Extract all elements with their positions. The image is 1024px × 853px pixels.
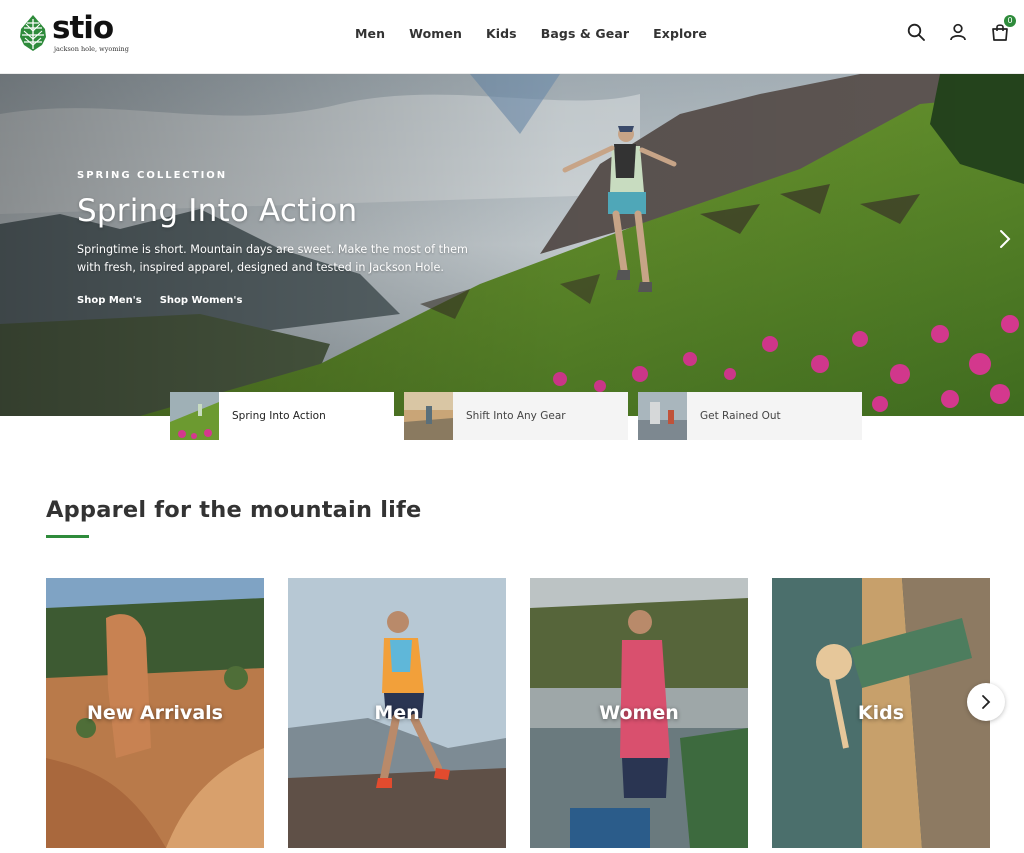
hero-tab-spring-into-action[interactable]: Spring Into Action	[170, 392, 394, 440]
hero-content: SPRING COLLECTION Spring Into Action Spr…	[77, 170, 497, 306]
shop-womens-link[interactable]: Shop Women's	[160, 295, 243, 306]
tab-thumbnail	[170, 392, 219, 440]
category-label: Kids	[857, 702, 905, 724]
hero-links: Shop Men's Shop Women's	[77, 295, 497, 306]
hero-eyebrow: SPRING COLLECTION	[77, 170, 228, 181]
hero-tab-label: Spring Into Action	[232, 410, 326, 422]
chevron-right-icon	[982, 695, 991, 709]
hero-description: Springtime is short. Mountain days are s…	[77, 243, 468, 274]
shop-mens-link[interactable]: Shop Men's	[77, 295, 142, 306]
nav-item-bags-gear[interactable]: Bags & Gear	[529, 24, 641, 43]
cart-count-badge: 0	[1004, 15, 1016, 27]
carousel-next-button[interactable]	[967, 683, 1005, 721]
hero-title: Spring Into Action	[77, 193, 358, 229]
hero-tab-label: Shift Into Any Gear	[466, 410, 566, 422]
hero-slide-tabs: Spring Into Action Shift Into Any Gear G…	[170, 392, 862, 440]
pinecone-icon	[20, 15, 46, 51]
header-icons: 0	[906, 15, 1016, 42]
chevron-right-icon[interactable]	[994, 224, 1016, 254]
tab-thumbnail	[404, 392, 453, 440]
nav-item-women[interactable]: Women	[397, 24, 474, 43]
hero-tab-label: Get Rained Out	[700, 410, 781, 422]
section-title: Apparel for the mountain life	[46, 497, 422, 523]
category-label: Women	[599, 702, 679, 724]
category-card-new-arrivals[interactable]: New Arrivals	[46, 578, 264, 848]
site-header: stio jackson hole, wyoming Men Women Kid…	[0, 0, 1024, 74]
category-card-kids[interactable]: Kids	[772, 578, 990, 848]
nav-item-kids[interactable]: Kids	[474, 24, 529, 43]
nav-item-explore[interactable]: Explore	[641, 24, 719, 43]
category-card-women[interactable]: Women	[530, 578, 748, 848]
nav-item-men[interactable]: Men	[343, 24, 397, 43]
user-icon[interactable]	[948, 22, 968, 42]
category-label: Men	[374, 702, 420, 724]
section-title-underline	[46, 535, 89, 538]
hero-tab-get-rained-out[interactable]: Get Rained Out	[638, 392, 862, 440]
search-icon[interactable]	[906, 22, 926, 42]
main-nav: Men Women Kids Bags & Gear Explore	[343, 24, 719, 43]
tab-thumbnail	[638, 392, 687, 440]
brand-tagline: jackson hole, wyoming	[54, 45, 129, 53]
category-cards: New Arrivals Men Women Kids	[46, 578, 990, 848]
hero-tab-shift-into-any-gear[interactable]: Shift Into Any Gear	[404, 392, 628, 440]
category-card-men[interactable]: Men	[288, 578, 506, 848]
stio-logo[interactable]: stio jackson hole, wyoming	[18, 10, 129, 56]
bag-icon[interactable]: 0	[990, 15, 1016, 42]
brand-name: stio	[52, 10, 114, 46]
hero-banner: SPRING COLLECTION Spring Into Action Spr…	[0, 74, 1024, 416]
category-label: New Arrivals	[87, 702, 223, 724]
